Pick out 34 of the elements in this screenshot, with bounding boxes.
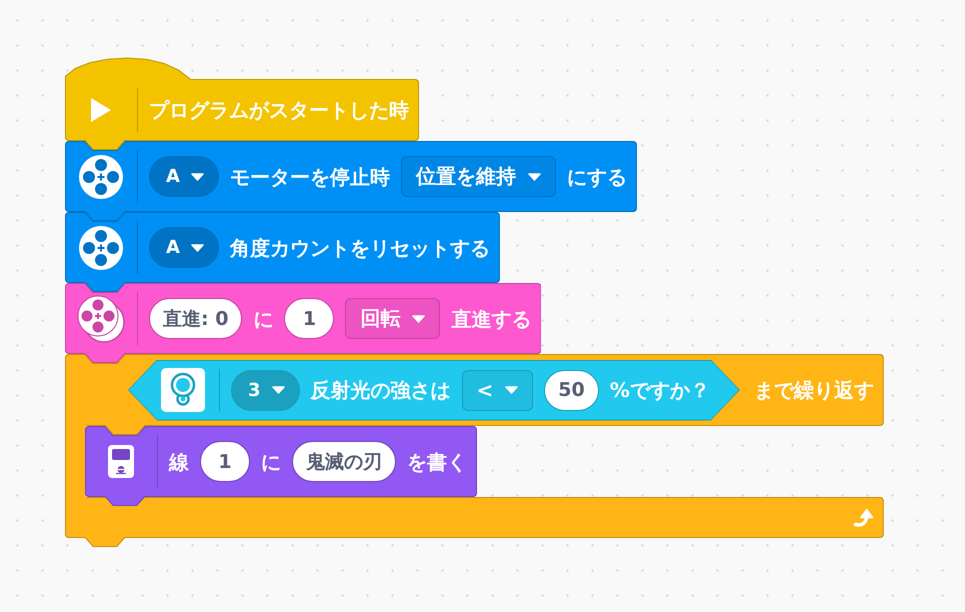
block-label: 角度カウントをリセットする	[230, 236, 490, 260]
block-label: に	[253, 306, 274, 330]
screen-device-icon	[108, 445, 134, 478]
four-dot-circle-icon	[79, 226, 123, 270]
block-label: にする	[566, 164, 627, 188]
option-dropdown[interactable]: 位置を維持	[400, 156, 556, 197]
caret-icon	[412, 314, 426, 322]
input-field[interactable]: 1	[200, 441, 250, 482]
block-label: %ですか？	[610, 378, 710, 402]
caret-icon	[505, 386, 518, 394]
block-label: モーターを停止時	[230, 164, 390, 188]
caret-icon	[528, 172, 541, 180]
loop-arrow-icon	[852, 508, 874, 528]
input-field[interactable]: 1	[284, 298, 334, 339]
input-field[interactable]: 直進: 0	[149, 298, 242, 339]
block-label: に	[261, 450, 281, 474]
caret-icon	[272, 386, 285, 394]
block-label: まで繰り返す	[754, 378, 874, 402]
caret-icon	[190, 244, 204, 252]
play-icon	[91, 98, 111, 122]
input-field[interactable]: 鬼滅の刃	[292, 441, 396, 482]
block-label: を書く	[407, 450, 467, 474]
display-block[interactable]: 線 1 に 鬼滅の刃 を書く	[85, 426, 477, 506]
block-label: 反射光の強さは	[310, 378, 451, 402]
four-dot-circle-icon	[79, 154, 123, 198]
ring-tile-icon	[161, 368, 205, 412]
port-dropdown[interactable]: A	[149, 227, 219, 268]
block-label: プログラムがスタートした時	[149, 98, 409, 122]
block-label: 線	[169, 450, 189, 474]
port-dropdown[interactable]: A	[149, 156, 219, 197]
caret-icon	[190, 172, 204, 180]
stacked-dot-circles-icon	[77, 294, 125, 342]
block-label: 直進する	[451, 306, 532, 330]
input-field[interactable]: 50	[544, 370, 599, 410]
